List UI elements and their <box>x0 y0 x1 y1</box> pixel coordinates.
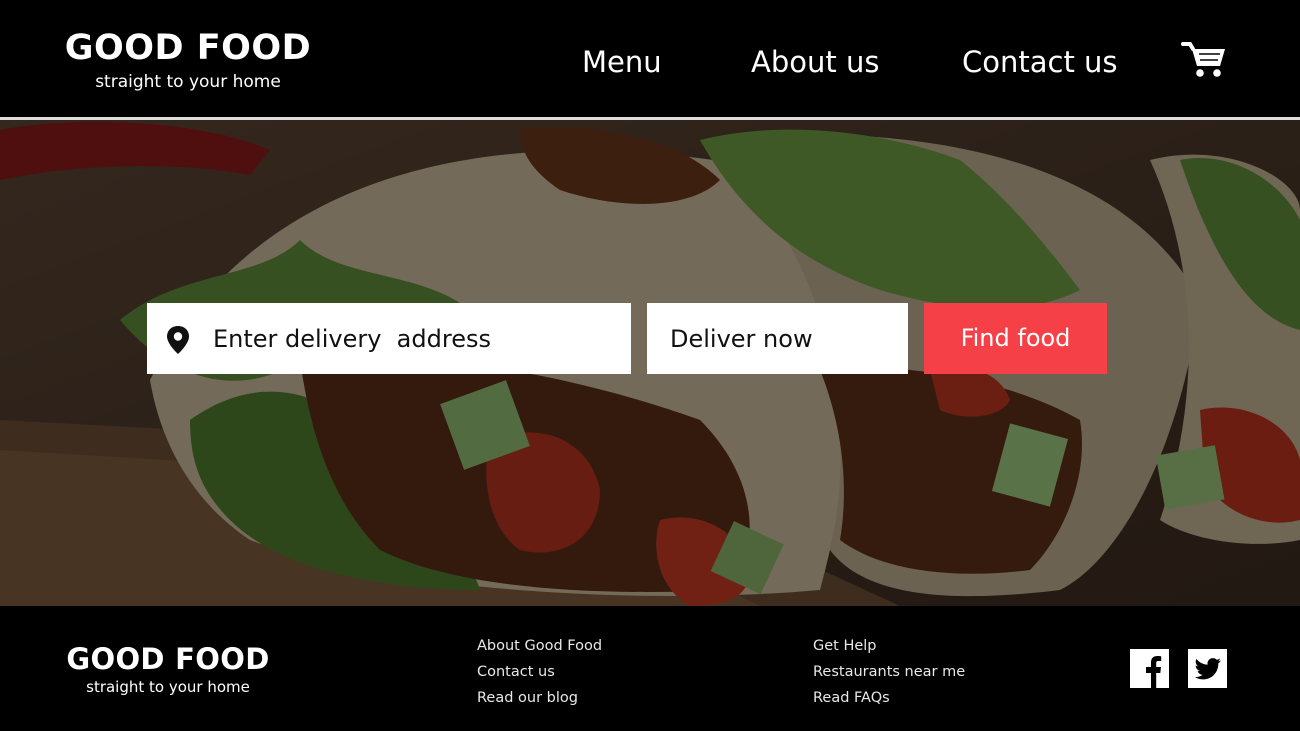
footer-brand[interactable]: GOOD FOOD straight to your home <box>63 642 273 697</box>
shopping-cart-icon[interactable] <box>1181 40 1227 78</box>
footer-link-help[interactable]: Get Help <box>813 633 965 659</box>
brand-title: GOOD FOOD <box>64 28 312 68</box>
footer-link-restaurants[interactable]: Restaurants near me <box>813 659 965 685</box>
footer-link-faqs[interactable]: Read FAQs <box>813 685 965 711</box>
location-pin-icon <box>167 326 189 354</box>
footer-links-company: About Good Food Contact us Read our blog <box>477 633 602 711</box>
site-footer: GOOD FOOD straight to your home About Go… <box>0 606 1300 731</box>
brand-logo[interactable]: GOOD FOOD straight to your home <box>63 28 313 93</box>
delivery-address-text: Enter delivery address <box>213 325 491 353</box>
footer-link-blog[interactable]: Read our blog <box>477 685 602 711</box>
nav-menu[interactable]: Menu <box>582 42 662 82</box>
twitter-icon[interactable] <box>1188 649 1227 688</box>
delivery-address-field[interactable]: Enter delivery address <box>147 303 631 374</box>
facebook-icon[interactable] <box>1130 649 1169 688</box>
delivery-time-selector[interactable]: Deliver now <box>647 303 908 374</box>
footer-brand-title: GOOD FOOD <box>66 642 270 676</box>
site-header: GOOD FOOD straight to your home Menu Abo… <box>0 0 1300 117</box>
footer-brand-tagline: straight to your home <box>86 678 250 696</box>
footer-link-contact[interactable]: Contact us <box>477 659 602 685</box>
footer-links-help: Get Help Restaurants near me Read FAQs <box>813 633 965 711</box>
brand-tagline: straight to your home <box>95 72 281 92</box>
find-food-button[interactable]: Find food <box>924 303 1107 374</box>
nav-about-us[interactable]: About us <box>751 42 879 82</box>
footer-link-about[interactable]: About Good Food <box>477 633 602 659</box>
nav-contact-us[interactable]: Contact us <box>962 42 1118 82</box>
delivery-time-text: Deliver now <box>670 325 813 353</box>
